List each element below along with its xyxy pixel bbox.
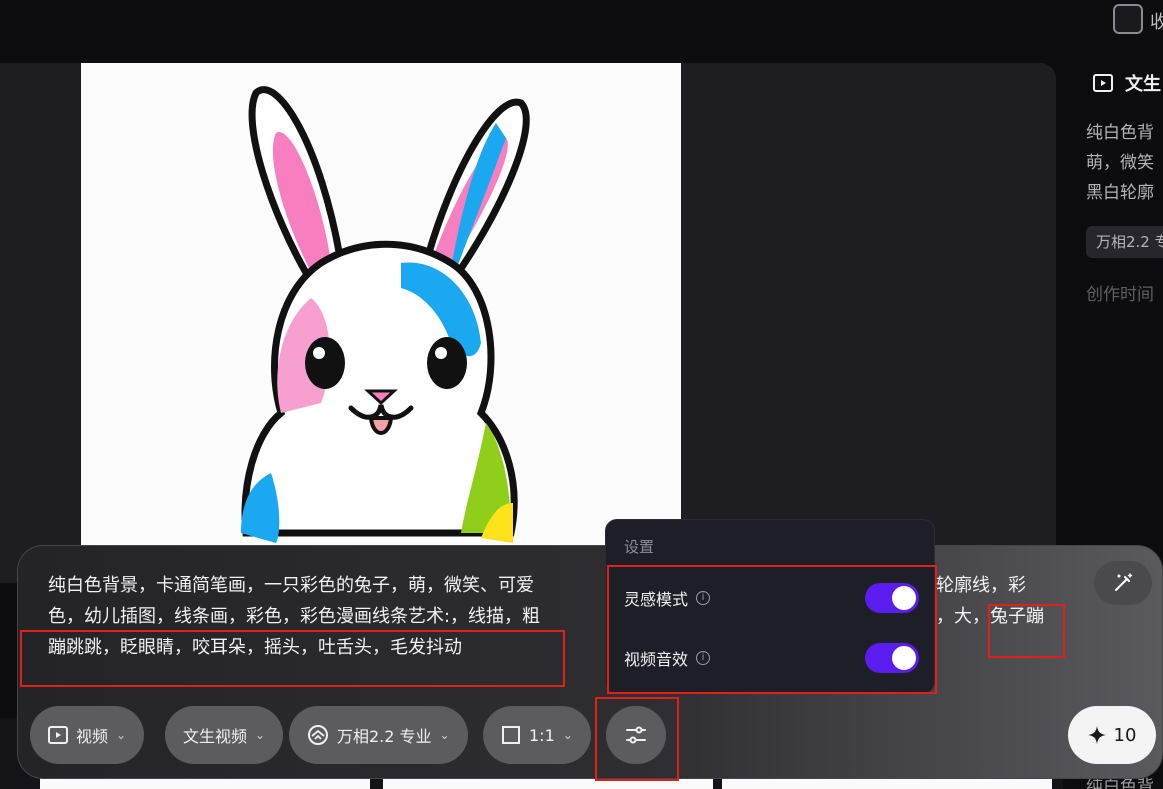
prompt-composer: 纯白色背景，卡通简笔画，一只彩色的兔子，萌，微笑、可爱 色，幼儿插图，线条画，彩… bbox=[17, 545, 1163, 779]
video-audio-label: 视频音效 bbox=[624, 650, 689, 669]
info-icon[interactable]: i bbox=[696, 591, 711, 605]
settings-title: 设置 bbox=[624, 538, 655, 556]
type-dropdown[interactable]: 文生视频 ⌄ bbox=[165, 706, 284, 764]
video-icon bbox=[1093, 74, 1113, 92]
detail-desc-line: 纯白色背 bbox=[1086, 123, 1154, 143]
detail-desc-line: 萌，微笑 bbox=[1086, 153, 1154, 173]
aspect-ratio-dropdown[interactable]: 1:1 ⌄ bbox=[483, 706, 591, 764]
detail-title: 文生 bbox=[1093, 70, 1161, 96]
model-label: 万相2.2 专业 bbox=[337, 727, 432, 746]
inspiration-mode-toggle[interactable] bbox=[865, 583, 919, 613]
generate-button[interactable]: 10 bbox=[1068, 706, 1156, 764]
video-audio-toggle[interactable] bbox=[865, 643, 919, 673]
settings-popup: 设置 灵感模式 i 视频音效 i bbox=[605, 519, 935, 694]
prompt-line-tail-2: ，大，兔子蹦 bbox=[936, 601, 1044, 632]
model-logo-icon bbox=[308, 725, 328, 745]
sparkle-icon bbox=[1087, 726, 1106, 744]
generated-image[interactable] bbox=[81, 63, 681, 583]
inspiration-mode-row: 灵感模式 i bbox=[624, 583, 919, 613]
top-bar: 收 bbox=[0, 0, 1163, 50]
inspiration-mode-label: 灵感模式 bbox=[624, 590, 689, 609]
top-bar-label: 收 bbox=[1150, 12, 1163, 33]
generate-count: 10 bbox=[1113, 724, 1137, 746]
chevron-down-icon: ⌄ bbox=[562, 728, 573, 742]
toggle-knob bbox=[892, 646, 916, 670]
prompt-fragment-highlight: 兔子蹦 bbox=[990, 606, 1044, 627]
toggle-knob bbox=[892, 586, 916, 610]
mode-dropdown[interactable]: 视频 ⌄ bbox=[30, 706, 145, 764]
prompt-fragment: ，大， bbox=[936, 606, 990, 627]
magic-wand-button[interactable] bbox=[1094, 561, 1152, 605]
ratio-label: 1:1 bbox=[529, 725, 555, 745]
magic-wand-icon bbox=[1115, 573, 1133, 591]
video-audio-row: 视频音效 i bbox=[624, 643, 919, 673]
chevron-down-icon: ⌄ bbox=[116, 728, 127, 742]
detail-title-text: 文生 bbox=[1125, 74, 1161, 95]
info-icon[interactable]: i bbox=[696, 651, 711, 665]
prompt-line-tail: 轮廓线，彩 bbox=[936, 575, 1026, 596]
model-chip: 万相2.2 专 bbox=[1086, 226, 1163, 258]
mode-label: 视频 bbox=[76, 727, 109, 746]
select-checkbox[interactable] bbox=[1113, 4, 1143, 34]
chevron-down-icon: ⌄ bbox=[255, 728, 266, 742]
video-icon bbox=[48, 726, 68, 744]
square-icon bbox=[502, 726, 520, 744]
type-label: 文生视频 bbox=[183, 727, 248, 746]
sliders-icon bbox=[626, 726, 646, 744]
detail-desc-line: 黑白轮廓 bbox=[1086, 183, 1154, 203]
settings-button[interactable] bbox=[606, 706, 666, 764]
chevron-down-icon: ⌄ bbox=[439, 728, 450, 742]
model-dropdown[interactable]: 万相2.2 专业 ⌄ bbox=[289, 706, 468, 764]
creation-time-label: 创作时间 bbox=[1086, 285, 1154, 305]
detail-description: 纯白色背 萌，微笑 黑白轮廓 bbox=[1086, 118, 1163, 208]
bunny-illustration bbox=[81, 63, 681, 583]
